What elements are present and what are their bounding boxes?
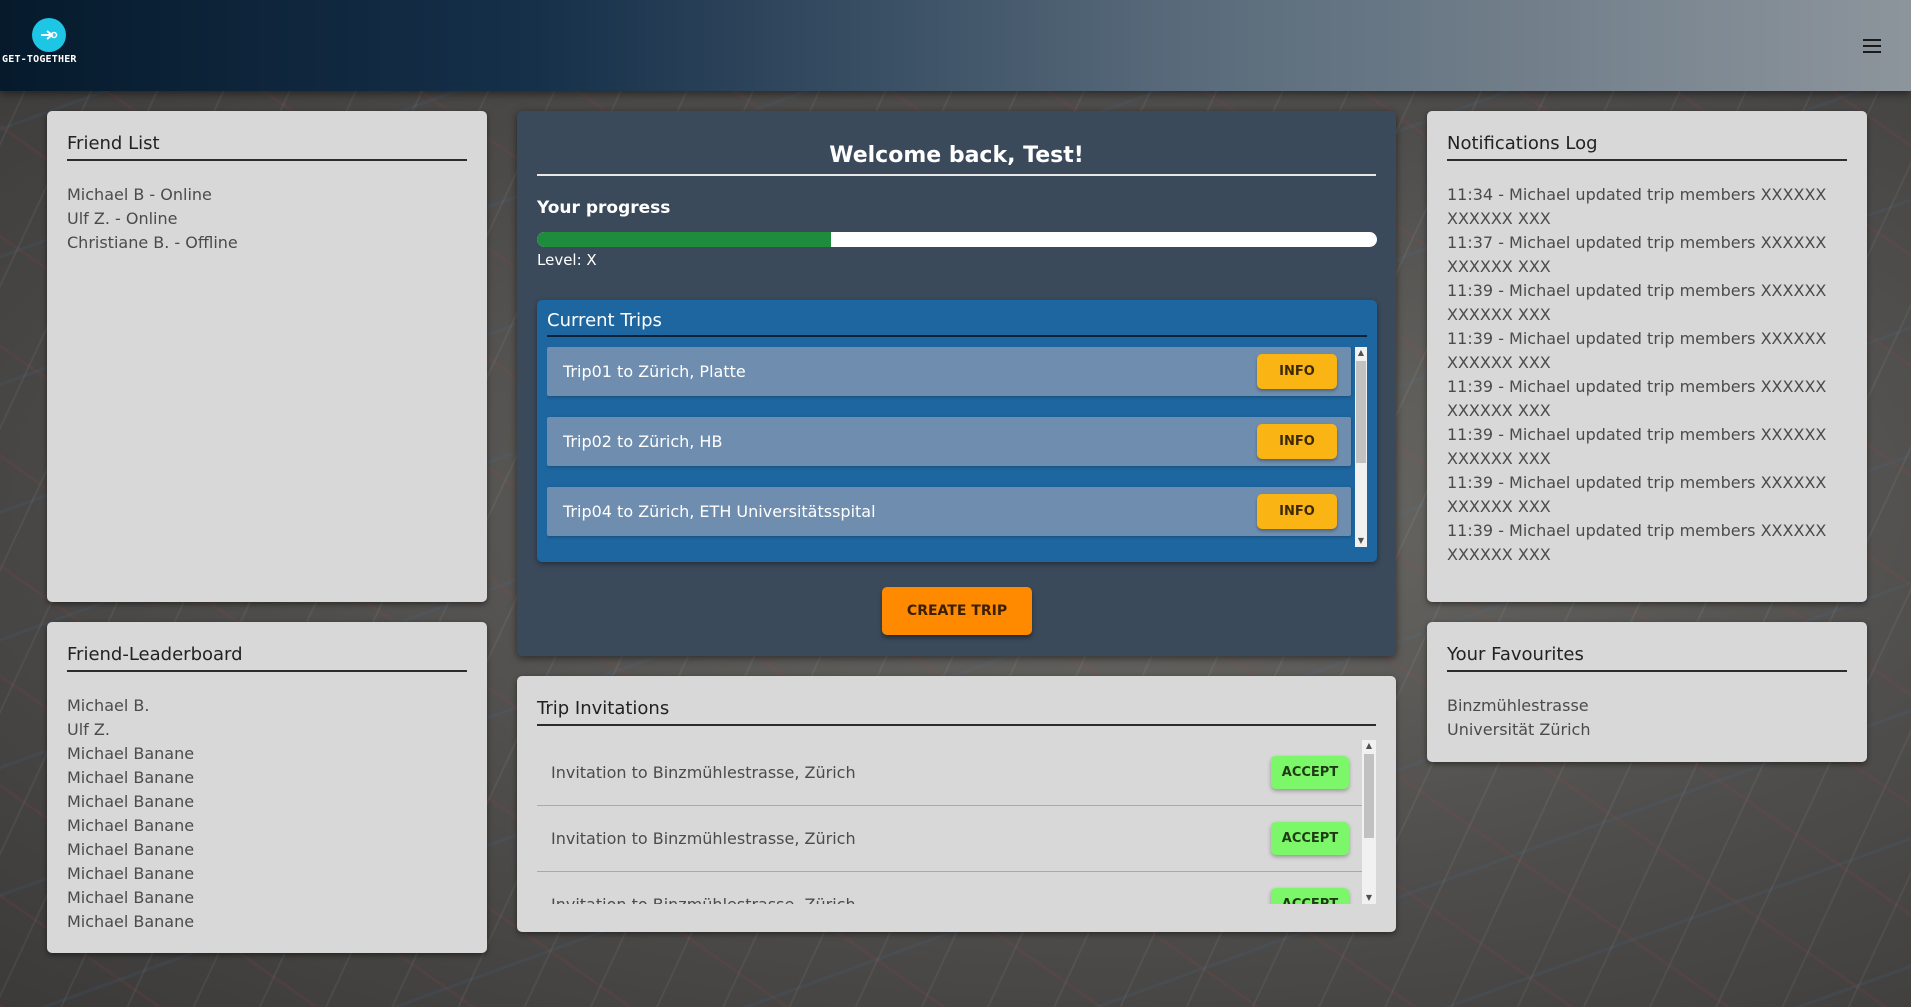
friend-list-card: Friend List Michael B - Online Ulf Z. - … (47, 111, 487, 602)
friend-item[interactable]: Christiane B. - Offline (67, 231, 467, 255)
notification-item: 11:37 - Michael updated trip members XXX… (1447, 233, 1827, 276)
trip-info-button[interactable]: INFO (1257, 354, 1337, 389)
dashboard-main-card: Welcome back, Test! Your progress Level:… (517, 111, 1396, 656)
leaderboard-item: Michael Banane (67, 816, 195, 835)
notification-item: 11:34 - Michael updated trip members XXX… (1447, 185, 1827, 228)
friend-item[interactable]: Ulf Z. - Online (67, 207, 467, 231)
scroll-down-arrow-icon[interactable]: ▼ (1362, 892, 1376, 904)
invitation-row: Invitation to Binzmühlestrasse, Zürich A… (537, 806, 1363, 872)
notification-item: 11:39 - Michael updated trip members XXX… (1447, 473, 1827, 516)
leaderboard-item: Ulf Z. (67, 720, 110, 739)
friend-list: Michael B - Online Ulf Z. - Online Chris… (67, 183, 467, 255)
trip-name: Trip04 to Zürich, ETH Universitätsspital (563, 502, 876, 521)
invitations-scrollbar[interactable]: ▲ ▼ (1362, 740, 1376, 904)
scrollbar-thumb[interactable] (1356, 361, 1366, 463)
trip-name: Trip01 to Zürich, Platte (563, 362, 746, 381)
favourites-card: Your Favourites Binzmühlestrasse Univers… (1427, 622, 1867, 762)
progress-label: Your progress (537, 198, 671, 218)
invitation-text: Invitation to Binzmühlestrasse, Zürich (551, 763, 856, 782)
top-navbar: GET-TOGETHER (0, 0, 1911, 91)
scroll-up-arrow-icon[interactable]: ▲ (1362, 740, 1376, 752)
notifications-card: Notifications Log 11:34 - Michael update… (1427, 111, 1867, 602)
progress-fill (537, 232, 831, 247)
invitation-text: Invitation to Binzmühlestrasse, Zürich (551, 895, 856, 904)
favourites-title: Your Favourites (1447, 644, 1847, 672)
scroll-down-arrow-icon[interactable]: ▼ (1355, 535, 1367, 547)
invitation-row: Invitation to Binzmühlestrasse, Zürich A… (537, 740, 1363, 806)
current-trips-list[interactable]: Trip01 to Zürich, Platte INFO Trip02 to … (547, 347, 1367, 547)
level-text: Level: X (537, 251, 597, 269)
invitations-list[interactable]: Invitation to Binzmühlestrasse, Zürich A… (537, 740, 1376, 904)
progress-bar (537, 232, 1377, 247)
trip-row: Trip02 to Zürich, HB INFO (547, 417, 1351, 466)
accept-invitation-button[interactable]: ACCEPT (1271, 888, 1349, 904)
invitation-row: Invitation to Binzmühlestrasse, Zürich A… (537, 872, 1363, 904)
trip-info-button[interactable]: INFO (1257, 494, 1337, 529)
hamburger-menu-icon[interactable] (1861, 36, 1885, 56)
welcome-heading: Welcome back, Test! (537, 143, 1376, 176)
app-logo[interactable]: GET-TOGETHER (2, 18, 94, 68)
leaderboard-item: Michael Banane (67, 912, 195, 931)
accept-invitation-button[interactable]: ACCEPT (1271, 822, 1349, 855)
logo-text: GET-TOGETHER (2, 54, 77, 65)
trip-row: Trip04 to Zürich, ETH Universitätsspital… (547, 487, 1351, 536)
friend-list-title: Friend List (67, 133, 467, 161)
favourite-item[interactable]: Universität Zürich (1447, 718, 1847, 742)
create-trip-button[interactable]: CREATE TRIP (882, 587, 1032, 635)
leaderboard-list: Michael B. Ulf Z. Michael Banane Michael… (67, 694, 467, 934)
notification-item: 11:39 - Michael updated trip members XXX… (1447, 281, 1827, 324)
trips-scrollbar[interactable]: ▲ ▼ (1355, 347, 1367, 547)
leaderboard-card: Friend-Leaderboard Michael B. Ulf Z. Mic… (47, 622, 487, 953)
notifications-list: 11:34 - Michael updated trip members XXX… (1447, 183, 1847, 567)
trip-name: Trip02 to Zürich, HB (563, 432, 723, 451)
leaderboard-item: Michael B. (67, 696, 150, 715)
invitation-text: Invitation to Binzmühlestrasse, Zürich (551, 829, 856, 848)
notifications-title: Notifications Log (1447, 133, 1847, 161)
leaderboard-item: Michael Banane (67, 864, 195, 883)
trip-invitations-title: Trip Invitations (537, 698, 1376, 726)
scrollbar-thumb[interactable] (1364, 754, 1374, 838)
favourite-item[interactable]: Binzmühlestrasse (1447, 694, 1847, 718)
notification-item: 11:39 - Michael updated trip members XXX… (1447, 329, 1827, 372)
notification-item: 11:39 - Michael updated trip members XXX… (1447, 425, 1827, 468)
current-trips-panel: Current Trips Trip01 to Zürich, Platte I… (537, 300, 1377, 562)
leaderboard-item: Michael Banane (67, 840, 195, 859)
trip-info-button[interactable]: INFO (1257, 424, 1337, 459)
logo-icon (32, 18, 66, 52)
scroll-up-arrow-icon[interactable]: ▲ (1355, 347, 1367, 359)
leaderboard-item: Michael Banane (67, 792, 195, 811)
notification-item: 11:39 - Michael updated trip members XXX… (1447, 521, 1827, 564)
current-trips-title: Current Trips (547, 310, 1367, 337)
trip-row: Trip01 to Zürich, Platte INFO (547, 347, 1351, 396)
leaderboard-title: Friend-Leaderboard (67, 644, 467, 672)
notification-item: 11:39 - Michael updated trip members XXX… (1447, 377, 1827, 420)
leaderboard-item: Michael Banane (67, 768, 195, 787)
accept-invitation-button[interactable]: ACCEPT (1271, 756, 1349, 789)
favourites-list: Binzmühlestrasse Universität Zürich (1447, 694, 1847, 742)
leaderboard-item: Michael Banane (67, 744, 195, 763)
leaderboard-item: Michael Banane (67, 888, 195, 907)
friend-item[interactable]: Michael B - Online (67, 183, 467, 207)
trip-invitations-card: Trip Invitations Invitation to Binzmühle… (517, 676, 1396, 932)
